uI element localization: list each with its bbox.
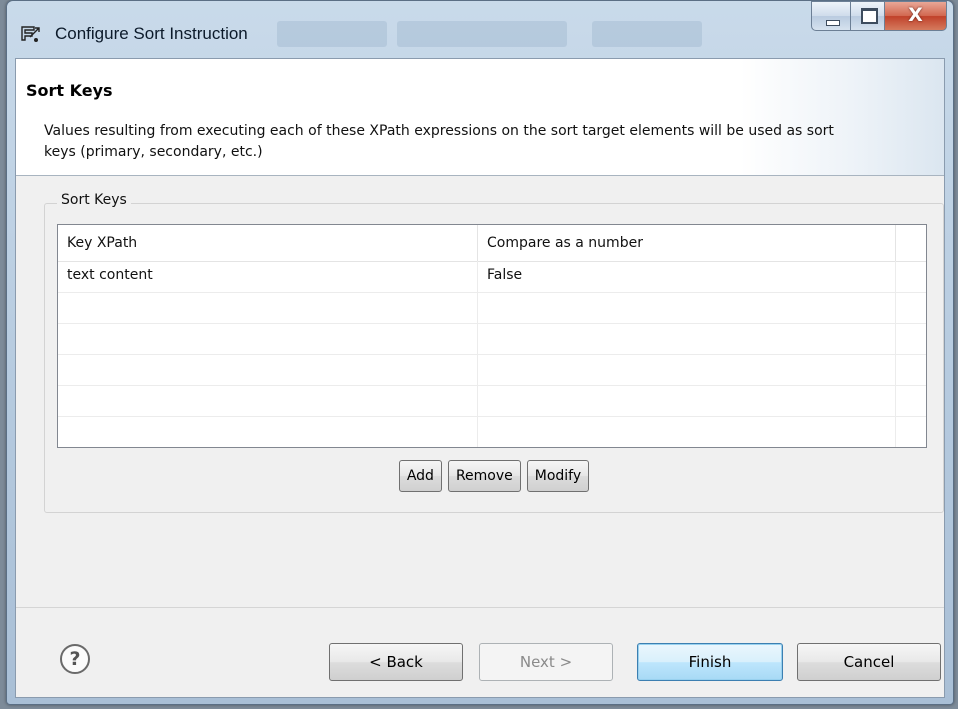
footer-divider: [16, 607, 944, 608]
back-button[interactable]: < Back: [329, 643, 463, 681]
cancel-button[interactable]: Cancel: [797, 643, 941, 681]
group-legend: Sort Keys: [57, 192, 131, 208]
table-cell-key-xpath: [58, 416, 478, 447]
table-cell-key-xpath: [58, 292, 478, 323]
table-cell-compare-as-number: [478, 416, 896, 447]
minimize-button[interactable]: [811, 1, 851, 31]
table-cell-key-xpath: text content: [58, 261, 478, 292]
table-cell-key-xpath: [58, 323, 478, 354]
table-action-buttons: Add Remove Modify: [45, 460, 943, 494]
sort-keys-group: Sort Keys Key XPath Compare as a number …: [44, 192, 944, 513]
table-cell-compare-as-number: [478, 292, 896, 323]
page-description: Values resulting from executing each of …: [44, 123, 834, 160]
table-row[interactable]: text content False: [58, 261, 926, 293]
finish-button[interactable]: Finish: [637, 643, 783, 681]
dialog-window: Configure Sort Instruction X Sort Keys V…: [6, 0, 954, 705]
header-banner: Sort Keys Values resulting from executin…: [16, 59, 944, 176]
table-cell-compare-as-number: [478, 385, 896, 416]
table-cell-key-xpath: [58, 385, 478, 416]
dialog-client-area: Sort Keys Values resulting from executin…: [15, 58, 945, 698]
sort-keys-table[interactable]: Key XPath Compare as a number text conte…: [57, 224, 927, 448]
modify-button[interactable]: Modify: [526, 460, 590, 492]
table-row[interactable]: [58, 416, 926, 447]
table-row[interactable]: [58, 292, 926, 324]
table-header: Key XPath Compare as a number: [58, 225, 926, 262]
next-button[interactable]: Next >: [479, 643, 613, 681]
page-title: Sort Keys: [26, 81, 113, 100]
window-title: Configure Sort Instruction: [55, 24, 248, 43]
remove-button[interactable]: Remove: [447, 460, 521, 492]
close-icon: X: [908, 4, 923, 26]
column-header-key-xpath[interactable]: Key XPath: [58, 225, 478, 261]
table-cell-key-xpath: [58, 354, 478, 385]
table-cell-compare-as-number: [478, 323, 896, 354]
close-button[interactable]: X: [885, 1, 947, 31]
table-row[interactable]: [58, 323, 926, 355]
table-cell-compare-as-number: [478, 354, 896, 385]
window-controls: X: [811, 1, 947, 39]
help-icon[interactable]: ?: [60, 644, 90, 674]
table-row[interactable]: [58, 385, 926, 417]
title-bar[interactable]: Configure Sort Instruction X: [7, 1, 953, 59]
maximize-button[interactable]: [851, 1, 885, 31]
table-cell-compare-as-number: False: [478, 261, 896, 292]
minimize-icon: [826, 20, 840, 26]
table-row[interactable]: [58, 354, 926, 386]
maximize-icon: [861, 8, 878, 24]
background-taskbar-ghost: [592, 21, 702, 47]
add-button[interactable]: Add: [398, 460, 442, 492]
column-header-compare-as-number[interactable]: Compare as a number: [478, 225, 896, 261]
background-taskbar-ghost: [277, 21, 387, 47]
background-taskbar-ghost: [397, 21, 567, 47]
eclipse-wizard-icon: [21, 26, 40, 42]
